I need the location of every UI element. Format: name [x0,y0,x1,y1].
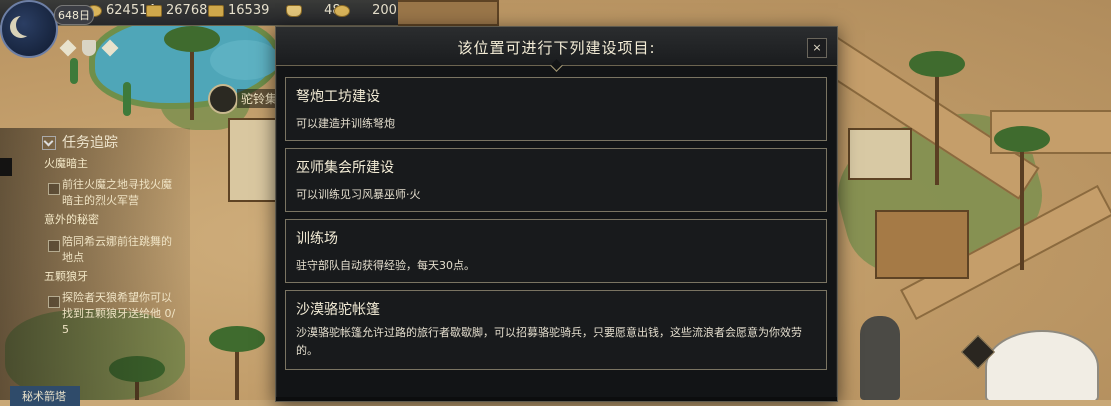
diamond-icon[interactable] [101,39,119,56]
player-avatar[interactable] [0,0,58,58]
status-icons [59,37,124,56]
quest-task-line[interactable]: 前往火魔之地寻找火魔 [62,177,172,193]
building[interactable] [848,128,912,180]
oasis-water [210,40,280,80]
quest-checkbox[interactable] [48,240,60,252]
quest-task-line[interactable]: 陪同希云娜前往跳舞的 [62,234,172,250]
building[interactable] [228,118,282,202]
build-option-title: 弩炮工坊建设 [296,89,380,105]
build-option-title: 训练场 [296,231,338,247]
quest-task-line[interactable]: 地点 [62,250,84,266]
reputation-resource: 200 [334,3,397,18]
quest-category: 五颗狼牙 [44,270,88,283]
build-option-ballista-workshop[interactable]: 弩炮工坊建设 可以建造并训练弩炮 [285,77,827,141]
construction-dialog: 该位置可进行下列建设项目: × 弩炮工坊建设 可以建造并训练弩炮 巫师集会所建设… [275,26,838,402]
dialog-title: 该位置可进行下列建设项目: [457,39,656,57]
food-value: 26768 [166,3,208,18]
quest-task-line[interactable]: 探险者天狼希望你可以 [62,290,172,306]
build-option-camel-tent[interactable]: 沙漠骆驼帐篷 沙漠骆驼帐篷允许过路的旅行者歇歇脚，可以招募骆驼骑兵，只要愿意出钱… [285,290,827,370]
reputation-icon [334,4,350,17]
population-resource: 48 [286,3,341,18]
close-button[interactable]: × [807,38,827,58]
camp-marker-icon[interactable] [208,84,238,114]
build-option-training-ground[interactable]: 训练场 驻守部队自动获得经验，每天30点。 [285,219,827,283]
soldier-unit[interactable] [860,316,900,400]
shield-icon[interactable] [82,39,96,56]
quest-task-line[interactable]: 暗主的烈火军营 [62,193,139,209]
build-option-desc: 沙漠骆驼帐篷允许过路的旅行者歇歇脚，可以招募骆驼骑兵，只要愿意出钱，这些流浪者会… [296,326,802,357]
supplies-icon [208,4,224,17]
reputation-value: 200 [372,3,397,18]
quest-task-line[interactable]: 5 [62,322,69,338]
build-option-title: 巫师集会所建设 [296,160,394,176]
quest-tracker: 任务追踪 火魔暗主 前往火魔之地寻找火魔 暗主的烈火军营 意外的秘密 陪同希云娜… [0,128,190,400]
dialog-footer [276,397,837,401]
chevron-down-icon[interactable] [42,136,56,150]
build-option-desc: 驻守部队自动获得经验，每天30点。 [296,259,475,272]
build-option-desc: 可以建造并训练弩炮 [296,117,395,130]
quest-checkbox[interactable] [48,183,60,195]
quest-tracker-handle[interactable] [0,158,12,176]
tower-tab-button[interactable]: 秘术箭塔 [10,386,80,406]
building[interactable] [395,0,499,26]
quest-checkbox[interactable] [48,296,60,308]
build-option-title: 沙漠骆驼帐篷 [296,302,380,318]
tent-building[interactable] [985,330,1099,400]
build-option-desc: 可以训练见习风暴巫师·火 [296,188,421,201]
population-icon [286,4,302,17]
supplies-resource: 16539 [208,3,269,18]
cactus [70,58,78,84]
building[interactable] [875,210,969,279]
palm-tree [209,326,265,400]
quest-category: 意外的秘密 [44,213,99,226]
diamond-icon[interactable] [59,39,77,56]
palm-tree [909,51,965,185]
palm-tree [164,26,220,120]
quest-tracker-header[interactable]: 任务追踪 [42,132,118,152]
build-option-wizard-guild[interactable]: 巫师集会所建设 可以训练见习风暴巫师·火 [285,148,827,212]
quest-category: 火魔暗主 [44,157,88,170]
supplies-value: 16539 [228,3,270,18]
quest-task-line[interactable]: 找到五颗狼牙送给他 0/ [62,306,175,322]
food-icon [146,4,162,17]
day-counter-badge: 648日 [54,5,94,25]
food-resource: 26768 [146,3,207,18]
cactus [123,82,131,116]
quest-tracker-title: 任务追踪 [62,135,118,151]
palm-tree [994,126,1050,270]
